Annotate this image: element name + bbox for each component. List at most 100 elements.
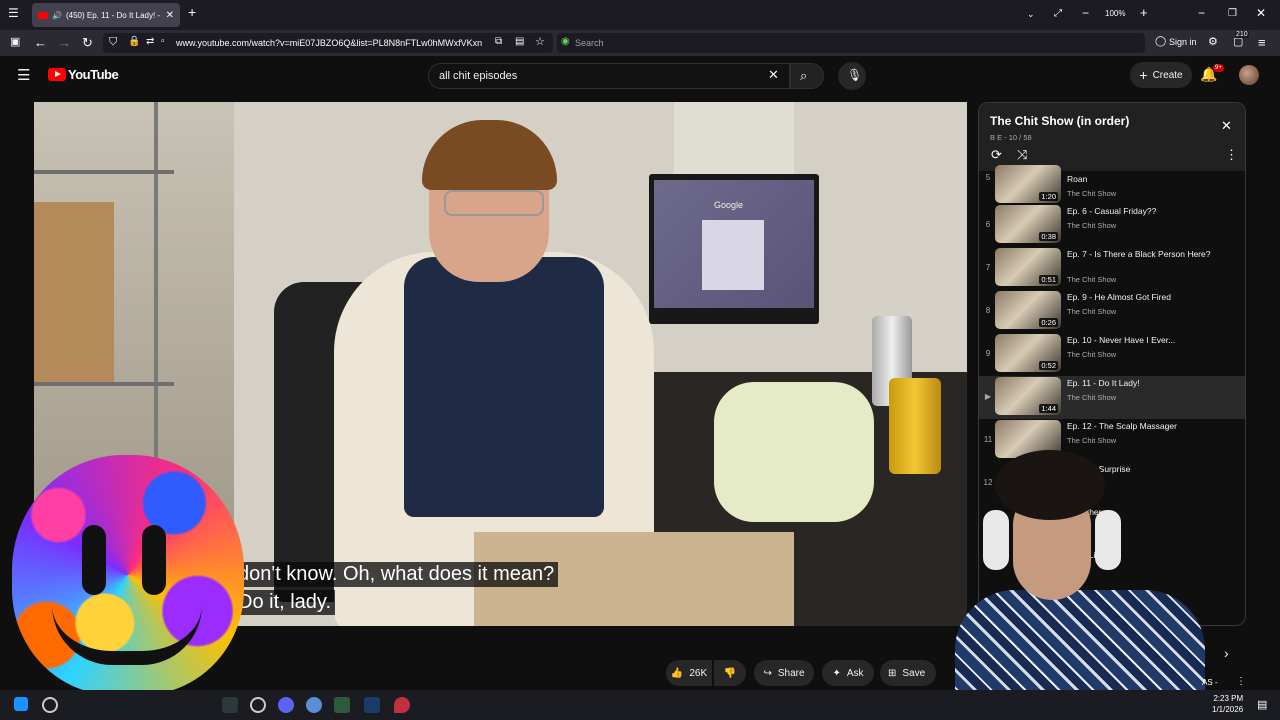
camera-icon[interactable]: ▫: [161, 36, 165, 47]
playlist-item-thumbnail[interactable]: 1:44: [995, 377, 1061, 415]
playlist-item-thumbnail[interactable]: 0:38: [995, 205, 1061, 243]
app-icon[interactable]: [222, 697, 238, 713]
notification-center-icon[interactable]: ▤: [1257, 698, 1267, 711]
zoom-level[interactable]: 100%: [1105, 9, 1125, 18]
chevron-down-icon[interactable]: ⌄: [1027, 9, 1035, 20]
playlist-item-channel[interactable]: The Chit Show: [1067, 275, 1116, 284]
playlist-item-title[interactable]: Ep. 12 - The Scalp Massager: [1067, 421, 1217, 432]
dislike-button[interactable]: 👎: [714, 660, 746, 686]
discord-icon[interactable]: [278, 697, 294, 713]
reader-view-icon[interactable]: ▤: [515, 36, 524, 47]
webcam-overlay: [955, 440, 1205, 720]
playlist-item-thumbnail[interactable]: 1:20: [995, 165, 1061, 203]
smiley-overlay: [12, 455, 244, 695]
playlist-item-channel[interactable]: The Chit Show: [1067, 307, 1116, 316]
restore-icon[interactable]: ❐: [1228, 8, 1237, 19]
app-icon[interactable]: [334, 697, 350, 713]
system-clock[interactable]: 2:23 PM 1/1/2026: [1212, 693, 1243, 715]
save-label: Save: [902, 667, 926, 679]
youtube-search-button[interactable]: ⌕: [790, 63, 824, 89]
more-options-icon[interactable]: ⋮: [1225, 147, 1238, 163]
video-frame-vest: [404, 257, 604, 517]
speaker-icon[interactable]: 🔊: [52, 11, 62, 20]
bookmark-star-icon[interactable]: ☆: [535, 35, 545, 48]
search-engine-icon[interactable]: ◉: [561, 36, 570, 47]
url-text[interactable]: www.youtube.com/watch?v=miE07JBZO6Q&list…: [176, 38, 496, 48]
youtube-search-input[interactable]: all chit episodes: [428, 63, 790, 89]
permissions-icon[interactable]: ⇄: [146, 36, 154, 47]
new-tab-icon[interactable]: +: [188, 4, 196, 20]
youtube-favicon-icon: [38, 11, 48, 19]
tab-title: (450) Ep. 11 - Do It Lady! -: [65, 10, 161, 20]
loop-icon[interactable]: ⟳: [991, 147, 1002, 163]
search-taskbar-icon[interactable]: [42, 697, 58, 713]
steam-icon[interactable]: [364, 697, 380, 713]
like-button[interactable]: 👍 26K: [666, 660, 712, 686]
create-button[interactable]: + Create: [1130, 62, 1192, 88]
playlist-item-channel[interactable]: The Chit Show: [1067, 393, 1116, 402]
extensions-icon[interactable]: ⚙: [1208, 35, 1218, 48]
close-playlist-icon[interactable]: ✕: [1221, 118, 1232, 134]
playlist-item-title[interactable]: Ep. 6 - Casual Friday??: [1067, 206, 1217, 217]
hamburger-menu-icon[interactable]: ☰: [17, 66, 30, 84]
voice-search-button[interactable]: 🎙: [838, 62, 866, 90]
playlist-item-thumbnail[interactable]: 0:26: [995, 291, 1061, 329]
more-icon[interactable]: ⋮: [1236, 676, 1246, 687]
clock-date: 1/1/2026: [1212, 705, 1244, 714]
youtube-logo-text[interactable]: YouTube: [68, 67, 119, 82]
pin-icon[interactable]: [394, 697, 410, 713]
menu-icon[interactable]: ≡: [1258, 35, 1266, 50]
sidebar-icon[interactable]: ▣: [10, 35, 20, 48]
playlist-title[interactable]: The Chit Show (in order): [990, 114, 1129, 128]
search-bar[interactable]: ◉ Search: [557, 33, 1145, 53]
expand-icon[interactable]: ⤢: [1054, 8, 1062, 19]
playlist-item-thumbnail[interactable]: 0:52: [995, 334, 1061, 372]
url-bar[interactable]: ⛉ 🔒 ⇄ ▫ www.youtube.com/watch?v=miE07JBZ…: [103, 33, 553, 53]
shield-icon[interactable]: ⛉: [109, 36, 117, 49]
playlist-item-title[interactable]: Ep. 10 - Never Have I Ever...: [1067, 335, 1217, 346]
reload-icon[interactable]: ↻: [82, 35, 93, 51]
zoom-out-icon[interactable]: −: [1082, 6, 1089, 20]
playlist-item-title[interactable]: Ep. 7 - Is There a Black Person Here?: [1067, 249, 1217, 260]
browser-tab-active[interactable]: 🔊 (450) Ep. 11 - Do It Lady! - ✕: [32, 3, 180, 27]
subtitle-line-1: don't know. Oh, what does it mean?: [234, 562, 559, 587]
window-close-icon[interactable]: ✕: [1256, 6, 1266, 20]
playlist-item[interactable]: 7 0:51 Ep. 7 - Is There a Black Person Her…: [979, 247, 1245, 290]
playlist-item[interactable]: ▶ 1:44 Ep. 11 - Do It Lady! The Chit Show: [979, 376, 1245, 419]
picture-in-picture-icon[interactable]: ⧉: [495, 36, 502, 47]
app-icon[interactable]: [250, 697, 266, 713]
playlist-item-title[interactable]: Ep. 11 - Do It Lady!: [1067, 378, 1217, 389]
clock-time: 2:23 PM: [1213, 694, 1244, 703]
playlist-item-channel[interactable]: The Chit Show: [1067, 221, 1116, 230]
shuffle-icon[interactable]: ⤨: [1017, 147, 1027, 163]
tab-list-icon[interactable]: ☰: [8, 6, 19, 20]
signin-button[interactable]: Sign in: [1169, 37, 1197, 47]
save-button[interactable]: ⊞ Save: [880, 660, 936, 686]
forward-icon[interactable]: →: [58, 35, 71, 50]
playlist-item[interactable]: 9 0:52 Ep. 10 - Never Have I Ever... The Ch…: [979, 333, 1245, 376]
playlist-item-title[interactable]: Ep. 9 - He Almost Got Fired: [1067, 292, 1217, 303]
playlist-item-thumbnail[interactable]: 0:51: [995, 248, 1061, 286]
clear-search-icon[interactable]: ✕: [768, 67, 779, 83]
playlist-item-title[interactable]: Roan: [1067, 174, 1217, 185]
youtube-logo-icon[interactable]: [48, 68, 66, 81]
ask-button[interactable]: ✦ Ask: [822, 660, 874, 686]
playlist-item[interactable]: 8 0:26 Ep. 9 - He Almost Got Fired The Chit…: [979, 290, 1245, 333]
avatar[interactable]: [1239, 65, 1259, 85]
back-icon[interactable]: ←: [34, 35, 47, 50]
browser-icon[interactable]: [306, 697, 322, 713]
share-button[interactable]: ↪ Share: [754, 660, 814, 686]
lock-icon[interactable]: 🔒: [128, 36, 140, 47]
playlist-item-channel[interactable]: The Chit Show: [1067, 350, 1116, 359]
chevron-right-icon[interactable]: ›: [1224, 645, 1229, 661]
zoom-in-icon[interactable]: +: [1140, 5, 1148, 20]
playlist-item-channel[interactable]: The Chit Show: [1067, 189, 1116, 198]
account-icon[interactable]: ◯: [1155, 36, 1166, 47]
playlist-item[interactable]: 6 0:38 Ep. 6 - Casual Friday?? The Chit Sho…: [979, 204, 1245, 247]
close-tab-icon[interactable]: ✕: [166, 10, 174, 21]
minimize-icon[interactable]: −: [1198, 6, 1205, 20]
start-icon[interactable]: [14, 697, 28, 711]
playlist-item-duration: 0:52: [1039, 361, 1058, 370]
playlist-item[interactable]: 5 1:20 Roan The Chit Show: [979, 165, 1245, 203]
playlist-item-duration: 0:26: [1039, 318, 1058, 327]
